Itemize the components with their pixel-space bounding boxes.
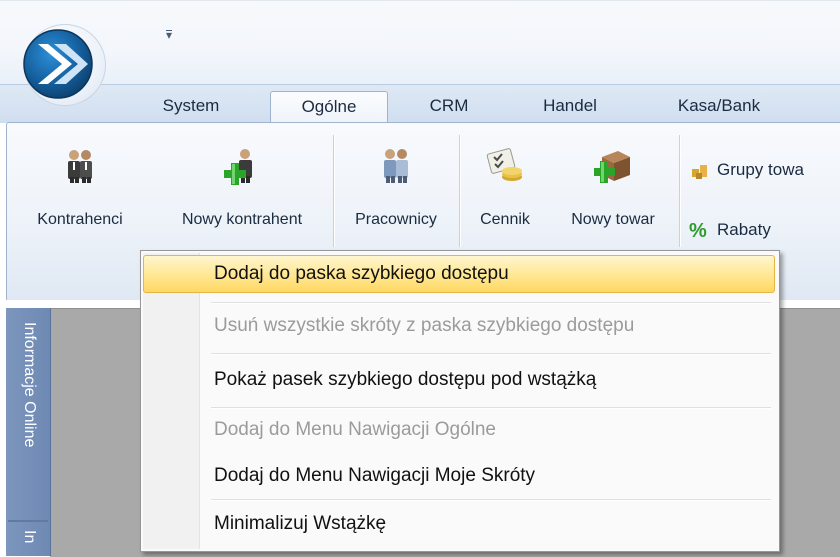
tab-crm[interactable]: CRM: [418, 91, 480, 121]
side-panel: Informacje Online In: [6, 308, 51, 556]
side-tab-second[interactable]: In: [20, 530, 38, 543]
product-groups-icon: [692, 164, 707, 179]
tab-handel[interactable]: Handel: [528, 91, 612, 121]
cennik-label: Cennik: [480, 211, 530, 228]
tab-ogolne[interactable]: Ogólne: [270, 91, 388, 125]
kontrahenci-button[interactable]: Kontrahenci: [7, 123, 153, 241]
grupy-towarow-button[interactable]: Grupy towa: [689, 157, 804, 183]
menu-item-remove-all-shortcuts: Usuń wszystkie skróty z paska szybkiego …: [144, 307, 774, 345]
menu-item-show-quick-access-below-ribbon[interactable]: Pokaż pasek szybkiego dostępu pod wstążk…: [144, 361, 774, 399]
percent-icon: %: [689, 219, 707, 242]
menu-separator: [211, 353, 771, 355]
kontrahenci-label: Kontrahenci: [37, 211, 123, 228]
menu-item-label: Dodaj do Menu Nawigacji Ogólne: [214, 419, 496, 440]
ribbon-tabs: System Ogólne CRM Handel Kasa/Bank: [0, 84, 840, 125]
menu-item-add-to-quick-access[interactable]: Dodaj do paska szybkiego dostępu: [143, 255, 775, 293]
nowy-kontrahent-label: Nowy kontrahent: [181, 211, 303, 228]
menu-item-label: Pokaż pasek szybkiego dostępu pod wstążk…: [214, 369, 597, 390]
ribbon-context-menu: Dodaj do paska szybkiego dostępu Usuń ws…: [140, 250, 780, 552]
quick-access-dropdown-icon[interactable]: ▾: [162, 28, 176, 42]
application-menu-button[interactable]: [18, 22, 108, 106]
app-logo-icon: [23, 29, 93, 99]
menu-separator: [211, 302, 771, 304]
menu-item-minimize-ribbon[interactable]: Minimalizuj Wstążkę: [144, 505, 774, 543]
rabaty-button[interactable]: % Rabaty: [689, 217, 771, 243]
nowy-towar-label: Nowy towar: [571, 211, 655, 228]
pracownicy-button[interactable]: Pracownicy: [335, 123, 457, 241]
nowy-towar-button[interactable]: Nowy towar: [549, 123, 677, 241]
ribbon-separator: [333, 135, 334, 247]
employees-icon: [384, 149, 408, 183]
add-box-icon: [594, 151, 630, 183]
side-tab-informacje-online[interactable]: Informacje Online: [20, 322, 38, 447]
menu-separator: [211, 407, 771, 409]
pracownicy-label: Pracownicy: [355, 211, 437, 228]
price-list-icon: [486, 148, 522, 181]
nowy-kontrahent-button[interactable]: Nowy kontrahent: [153, 123, 331, 241]
menu-item-label: Usuń wszystkie skróty z paska szybkiego …: [214, 315, 635, 336]
side-panel-divider: [8, 520, 48, 522]
people-icon: [68, 150, 92, 183]
menu-item-add-to-nav-general: Dodaj do Menu Nawigacji Ogólne: [144, 411, 774, 449]
add-person-icon: [224, 149, 252, 185]
menu-item-label: Minimalizuj Wstążkę: [214, 513, 387, 534]
grupy-towarow-label: Grupy towa: [717, 160, 804, 179]
menu-separator: [211, 499, 771, 501]
ribbon-separator: [459, 135, 460, 247]
tab-system[interactable]: System: [150, 91, 232, 121]
rabaty-label: Rabaty: [717, 220, 771, 239]
menu-item-label: Dodaj do paska szybkiego dostępu: [214, 263, 509, 284]
menu-item-add-to-nav-my-shortcuts[interactable]: Dodaj do Menu Nawigacji Moje Skróty: [144, 457, 774, 495]
cennik-button[interactable]: Cennik: [461, 123, 549, 241]
tab-kasa-bank[interactable]: Kasa/Bank: [664, 91, 774, 121]
title-bar: [0, 0, 840, 85]
ribbon-separator: [679, 135, 680, 247]
menu-item-label: Dodaj do Menu Nawigacji Moje Skróty: [214, 465, 536, 486]
